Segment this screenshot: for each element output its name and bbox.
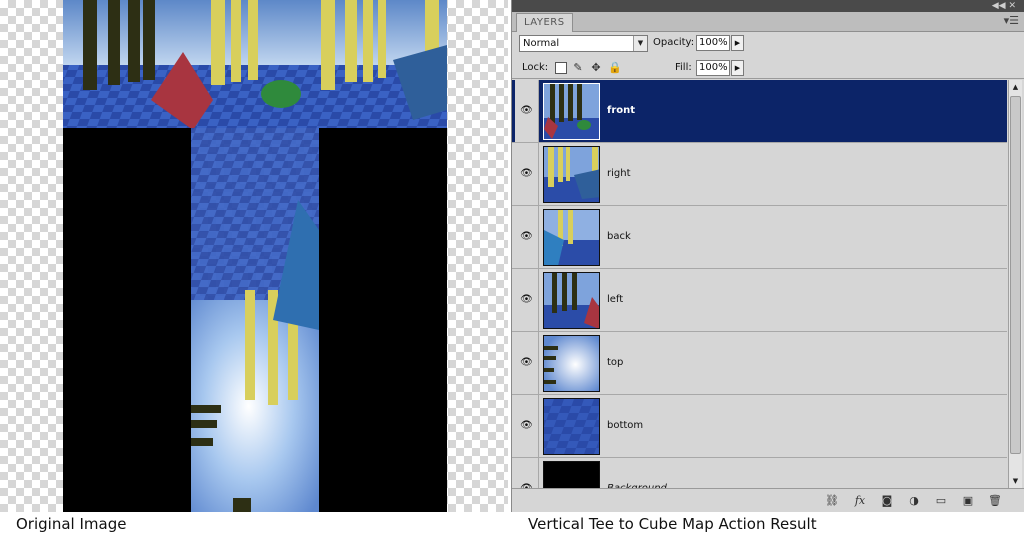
- divider: [512, 78, 1024, 79]
- opacity-input[interactable]: 100%: [696, 35, 730, 51]
- layer-name[interactable]: left: [607, 269, 623, 331]
- layer-name[interactable]: right: [607, 143, 631, 205]
- eye-icon[interactable]: 👁: [515, 269, 539, 331]
- layer-name[interactable]: Background: [607, 458, 667, 488]
- scrollbar-thumb[interactable]: [1010, 96, 1021, 454]
- new-group-icon[interactable]: ▭: [933, 493, 949, 509]
- layer-row-right[interactable]: 👁 right: [512, 143, 1007, 206]
- opacity-slider-button[interactable]: ▶: [731, 35, 744, 51]
- panel-titlebar: ◀◀ ✕: [512, 0, 1024, 12]
- original-image: [63, 0, 447, 512]
- screenshot: Original Image Vertical Tee to Cube Map …: [0, 0, 1024, 544]
- layer-row-left[interactable]: 👁 left: [512, 269, 1007, 332]
- tab-layers[interactable]: LAYERS: [516, 13, 573, 32]
- layer-thumbnail-background: [543, 461, 600, 488]
- delete-layer-icon[interactable]: 🗑: [987, 493, 1003, 509]
- panel-tab-row: LAYERS ▾☰: [512, 12, 1024, 32]
- layer-thumbnail-back: [543, 209, 600, 266]
- panel-bottom-toolbar: ⛓ fx ◙ ◑ ▭ ▣ 🗑: [512, 488, 1024, 512]
- chevron-down-icon[interactable]: ▼: [633, 36, 647, 51]
- layer-row-bottom[interactable]: 👁 bottom: [512, 395, 1007, 458]
- layer-thumbnail-top: [543, 335, 600, 392]
- lock-transparent-icon[interactable]: [555, 62, 567, 74]
- layer-thumbnail-bottom: [543, 398, 600, 455]
- opacity-label: Opacity:: [653, 37, 695, 48]
- layer-mask-icon[interactable]: ◙: [879, 493, 895, 509]
- link-layers-icon[interactable]: ⛓: [824, 493, 840, 509]
- layers-panel: ◀◀ ✕ LAYERS ▾☰ Normal ▼ Opacity: 100% ▶ …: [511, 0, 1024, 512]
- scroll-up-icon[interactable]: ▲: [1009, 80, 1022, 94]
- eye-icon[interactable]: 👁: [515, 206, 539, 268]
- layer-name[interactable]: bottom: [607, 395, 643, 457]
- lock-image-icon[interactable]: ✎: [572, 62, 584, 74]
- original-image-caption: Original Image: [16, 515, 127, 533]
- fill-input[interactable]: 100%: [696, 60, 730, 76]
- eye-icon[interactable]: 👁: [515, 458, 539, 488]
- fx-icon[interactable]: fx: [852, 493, 868, 509]
- layer-thumbnail-front: [543, 83, 600, 140]
- blend-mode-select[interactable]: Normal ▼: [519, 35, 648, 52]
- new-layer-icon[interactable]: ▣: [960, 493, 976, 509]
- layer-row-top[interactable]: 👁 top: [512, 332, 1007, 395]
- eye-icon[interactable]: 👁: [515, 332, 539, 394]
- fill-label: Fill:: [675, 62, 692, 73]
- layers-scrollbar[interactable]: ▲ ▼: [1008, 80, 1022, 488]
- fill-slider-button[interactable]: ▶: [731, 60, 744, 76]
- collapse-panel-icon[interactable]: ◀◀ ✕: [992, 0, 1016, 12]
- lock-position-icon[interactable]: ✥: [590, 62, 602, 74]
- adjustment-layer-icon[interactable]: ◑: [906, 493, 922, 509]
- eye-icon[interactable]: 👁: [515, 395, 539, 457]
- lock-label: Lock:: [522, 62, 549, 73]
- layer-row-background[interactable]: 👁 Background: [512, 458, 1007, 488]
- layer-name[interactable]: front: [607, 80, 635, 142]
- layer-thumbnail-left: [543, 272, 600, 329]
- eye-icon[interactable]: 👁: [515, 80, 539, 142]
- layer-name[interactable]: top: [607, 332, 623, 394]
- eye-icon[interactable]: 👁: [515, 143, 539, 205]
- layer-name[interactable]: back: [607, 206, 631, 268]
- layers-list: 👁 front 👁 right 👁 back 👁 left 👁 top 👁 bo…: [512, 80, 1007, 488]
- layer-row-front[interactable]: 👁 front: [512, 80, 1007, 143]
- scroll-down-icon[interactable]: ▼: [1009, 474, 1022, 488]
- layer-thumbnail-right: [543, 146, 600, 203]
- panel-menu-icon[interactable]: ▾☰: [1004, 14, 1019, 28]
- layer-row-back[interactable]: 👁 back: [512, 206, 1007, 269]
- lock-all-icon[interactable]: 🔒: [608, 62, 622, 74]
- blend-mode-value: Normal: [523, 38, 560, 49]
- result-caption: Vertical Tee to Cube Map Action Result: [528, 515, 817, 533]
